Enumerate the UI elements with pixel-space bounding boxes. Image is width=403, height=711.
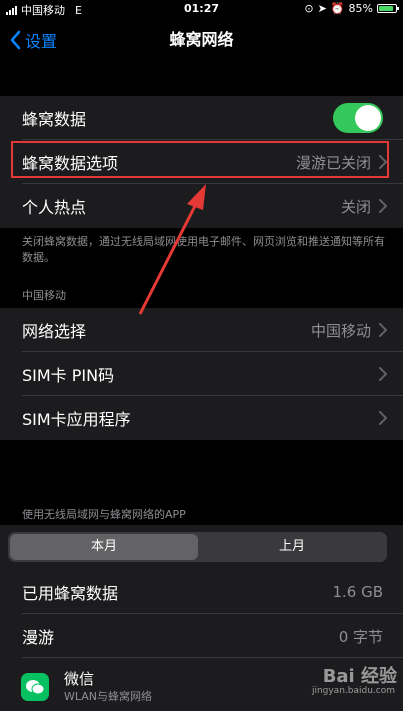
navigation-bar: 设置 蜂窝网络: [0, 18, 403, 62]
watermark-logo: Bai 经验: [322, 666, 397, 687]
roaming-value: 0 字节: [338, 627, 383, 646]
sim-apps-row[interactable]: SIM卡应用程序: [0, 396, 403, 440]
period-segmented-control: 本月 上月: [8, 532, 387, 562]
chevron-right-icon: [379, 411, 387, 425]
used-data-value: 1.6 GB: [332, 583, 383, 601]
watermark-url: jingyan.baidu.com: [311, 686, 395, 696]
divider: [22, 657, 403, 658]
highlight-box: [11, 141, 389, 178]
tab-last-month[interactable]: 上月: [199, 534, 385, 560]
roaming-row: 漫游 0 字节: [0, 614, 403, 658]
apps-section-header: 使用无线局域网与蜂窝网络的APP: [22, 508, 186, 521]
location-icon: ➤: [317, 2, 327, 15]
sim-pin-row[interactable]: SIM卡 PIN码: [0, 352, 403, 396]
hotspot-value: 关闭: [340, 197, 371, 216]
battery-icon: [377, 4, 399, 13]
alarm-icon: ⏰: [330, 2, 345, 15]
sim-apps-label: SIM卡应用程序: [22, 410, 131, 429]
app-name[interactable]: 微信: [64, 668, 94, 689]
network-select-row[interactable]: 网络选择 中国移动: [0, 308, 403, 352]
cellular-data-toggle[interactable]: [333, 103, 383, 133]
cellular-data-row: 蜂窝数据: [0, 96, 403, 140]
page-title: 蜂窝网络: [169, 30, 234, 49]
network-select-label: 网络选择: [22, 322, 87, 341]
wechat-icon: [21, 673, 49, 701]
chevron-right-icon: [379, 323, 387, 337]
status-bar: 中国移动 E 01:27 ⊙ ➤ ⏰ 85%: [0, 0, 403, 18]
status-right: ⊙ ➤ ⏰ 85%: [304, 2, 399, 15]
tab-this-month[interactable]: 本月: [10, 534, 198, 560]
chevron-right-icon: [379, 367, 387, 381]
used-data-row: 已用蜂窝数据 1.6 GB: [0, 570, 403, 614]
toggle-knob: [355, 105, 381, 131]
battery-percent: 85%: [348, 2, 373, 15]
sim-pin-label: SIM卡 PIN码: [22, 366, 115, 385]
used-data-label: 已用蜂窝数据: [22, 584, 119, 603]
app-subtitle: WLAN与蜂窝网络: [64, 690, 153, 703]
cellular-note: 关闭蜂窝数据，通过无线局域网使用电子邮件、网页浏览和推送通知等所有数据。: [22, 235, 385, 264]
hotspot-label: 个人热点: [22, 198, 87, 217]
roaming-label: 漫游: [22, 628, 55, 647]
carrier-section-header: 中国移动: [22, 289, 66, 302]
chevron-right-icon: [379, 199, 387, 213]
cellular-data-label: 蜂窝数据: [22, 110, 87, 129]
network-select-value: 中国移动: [310, 321, 371, 340]
hotspot-row[interactable]: 个人热点 关闭: [0, 184, 403, 228]
orientation-lock-icon: ⊙: [304, 2, 314, 15]
